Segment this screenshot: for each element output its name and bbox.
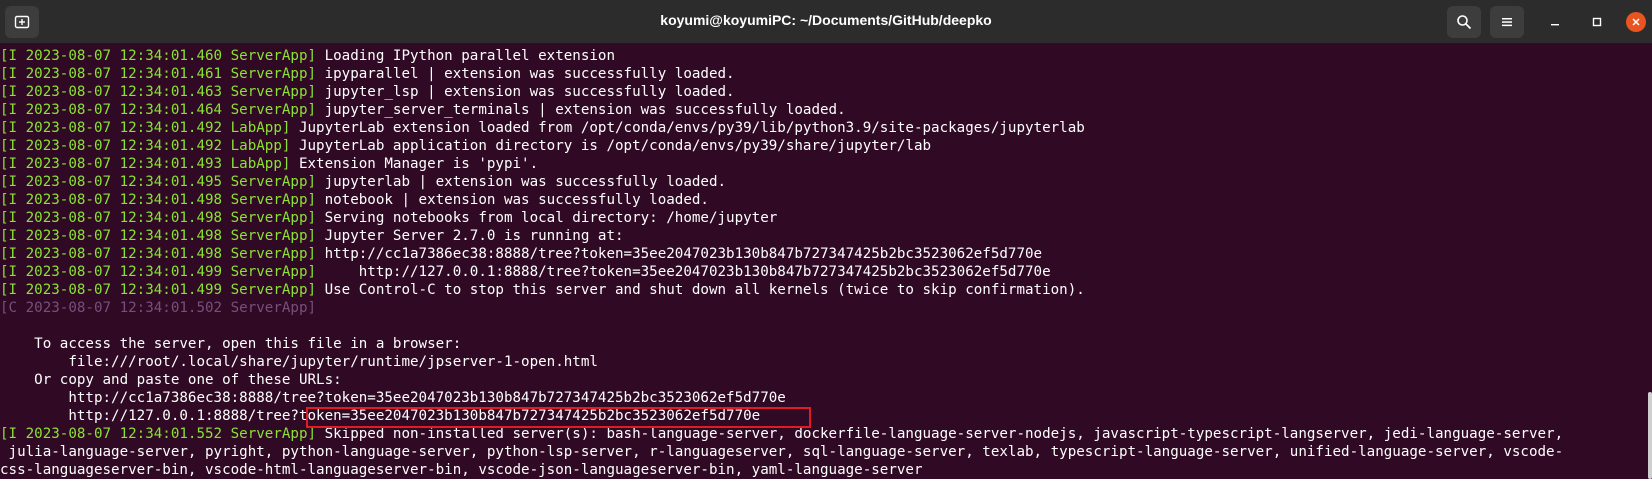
log-text: css-languageserver-bin, vscode-html-lang…: [0, 462, 923, 478]
log-text: jupyterlab | extension was successfully …: [316, 174, 727, 190]
log-text: notebook | extension was successfully lo…: [316, 192, 709, 208]
terminal-line: Or copy and paste one of these URLs:: [0, 371, 342, 389]
terminal-line: [I 2023-08-07 12:34:01.461 ServerApp] ip…: [0, 65, 735, 83]
terminal-line: [I 2023-08-07 12:34:01.495 ServerApp] ju…: [0, 173, 726, 191]
log-text: file:///root/.local/share/jupyter/runtim…: [0, 354, 598, 370]
terminal-line: [I 2023-08-07 12:34:01.498 ServerApp] no…: [0, 191, 709, 209]
log-prefix: [I 2023-08-07 12:34:01.492 LabApp]: [0, 138, 291, 154]
log-prefix: [I 2023-08-07 12:34:01.552 ServerApp]: [0, 426, 317, 442]
search-button[interactable]: [1447, 6, 1481, 38]
log-prefix: [I 2023-08-07 12:34:01.464 ServerApp]: [0, 102, 317, 118]
log-text: http://cc1a7386ec38:8888/tree?token=35ee…: [0, 390, 786, 406]
token-highlight-box: [306, 407, 811, 428]
log-prefix: [I 2023-08-07 12:34:01.499 ServerApp]: [0, 282, 317, 298]
minimize-button[interactable]: [1545, 12, 1565, 32]
log-text: jupyter_server_terminals | extension was…: [316, 102, 846, 118]
maximize-button[interactable]: [1587, 12, 1607, 32]
log-text: http://cc1a7386ec38:8888/tree?token=35ee…: [316, 246, 1043, 262]
terminal-output[interactable]: [I 2023-08-07 12:34:01.460 ServerApp] Lo…: [0, 44, 1646, 479]
menu-icon: [1502, 18, 1512, 27]
log-text: julia-language-server, pyright, python-l…: [0, 444, 1564, 460]
log-prefix: [I 2023-08-07 12:34:01.498 ServerApp]: [0, 246, 317, 262]
maximize-icon: [1592, 17, 1602, 27]
terminal-line: [I 2023-08-07 12:34:01.499 ServerApp] ht…: [0, 263, 1051, 281]
log-text: Jupyter Server 2.7.0 is running at:: [316, 228, 624, 244]
close-icon: [1632, 18, 1640, 26]
terminal-line: [I 2023-08-07 12:34:01.493 LabApp] Exten…: [0, 155, 538, 173]
log-text: Use Control-C to stop this server and sh…: [316, 282, 1085, 298]
log-prefix: [C 2023-08-07 12:34:01.502 ServerApp]: [0, 300, 317, 316]
log-prefix: [I 2023-08-07 12:34:01.498 ServerApp]: [0, 228, 317, 244]
log-text: jupyter_lsp | extension was successfully…: [316, 84, 735, 100]
log-text: Extension Manager is 'pypi'.: [290, 156, 539, 172]
log-prefix: [I 2023-08-07 12:34:01.499 ServerApp]: [0, 264, 317, 280]
scrollbar[interactable]: [1648, 392, 1652, 479]
terminal-line: [I 2023-08-07 12:34:01.499 ServerApp] Us…: [0, 281, 1085, 299]
log-prefix: [I 2023-08-07 12:34:01.461 ServerApp]: [0, 66, 317, 82]
menu-button[interactable]: [1490, 6, 1524, 38]
search-icon: [1457, 15, 1472, 30]
log-text: JupyterLab application directory is /opt…: [290, 138, 932, 154]
log-prefix: [I 2023-08-07 12:34:01.460 ServerApp]: [0, 48, 317, 64]
terminal-line: [I 2023-08-07 12:34:01.498 ServerApp] Se…: [0, 209, 777, 227]
log-prefix: [I 2023-08-07 12:34:01.495 ServerApp]: [0, 174, 317, 190]
close-button[interactable]: [1626, 12, 1646, 32]
title-bar: koyumi@koyumiPC: ~/Documents/GitHub/deep…: [0, 0, 1652, 44]
terminal-line: [C 2023-08-07 12:34:01.502 ServerApp]: [0, 299, 316, 317]
log-text: http://127.0.0.1:8888/tree?token=35ee204…: [316, 264, 1051, 280]
log-prefix: [I 2023-08-07 12:34:01.498 ServerApp]: [0, 192, 317, 208]
minimize-icon: [1551, 24, 1559, 26]
log-prefix: [I 2023-08-07 12:34:01.498 ServerApp]: [0, 210, 317, 226]
log-text: Or copy and paste one of these URLs:: [0, 372, 342, 388]
log-text: ipyparallel | extension was successfully…: [316, 66, 735, 82]
terminal-line: [I 2023-08-07 12:34:01.460 ServerApp] Lo…: [0, 47, 615, 65]
terminal-line: [I 2023-08-07 12:34:01.492 LabApp] Jupyt…: [0, 119, 1085, 137]
terminal-line: [I 2023-08-07 12:34:01.498 ServerApp] Ju…: [0, 227, 624, 245]
terminal-line: file:///root/.local/share/jupyter/runtim…: [0, 353, 598, 371]
terminal-line: css-languageserver-bin, vscode-html-lang…: [0, 461, 923, 479]
log-text: JupyterLab extension loaded from /opt/co…: [290, 120, 1085, 136]
terminal-line: [I 2023-08-07 12:34:01.463 ServerApp] ju…: [0, 83, 735, 101]
log-text: To access the server, open this file in …: [0, 336, 462, 352]
log-prefix: [I 2023-08-07 12:34:01.493 LabApp]: [0, 156, 291, 172]
log-prefix: [I 2023-08-07 12:34:01.492 LabApp]: [0, 120, 291, 136]
log-prefix: [I 2023-08-07 12:34:01.463 ServerApp]: [0, 84, 317, 100]
window-title: koyumi@koyumiPC: ~/Documents/GitHub/deep…: [660, 12, 992, 28]
terminal-line: julia-language-server, pyright, python-l…: [0, 443, 1564, 461]
log-text: Skipped non-installed server(s): bash-la…: [316, 426, 1564, 442]
terminal-line: To access the server, open this file in …: [0, 335, 461, 353]
terminal-line: [I 2023-08-07 12:34:01.492 LabApp] Jupyt…: [0, 137, 931, 155]
log-text: Loading IPython parallel extension: [316, 48, 616, 64]
terminal-line: http://cc1a7386ec38:8888/tree?token=35ee…: [0, 389, 786, 407]
terminal-line: [I 2023-08-07 12:34:01.498 ServerApp] ht…: [0, 245, 1042, 263]
terminal-line: [I 2023-08-07 12:34:01.464 ServerApp] ju…: [0, 101, 846, 119]
log-text: Serving notebooks from local directory: …: [316, 210, 778, 226]
